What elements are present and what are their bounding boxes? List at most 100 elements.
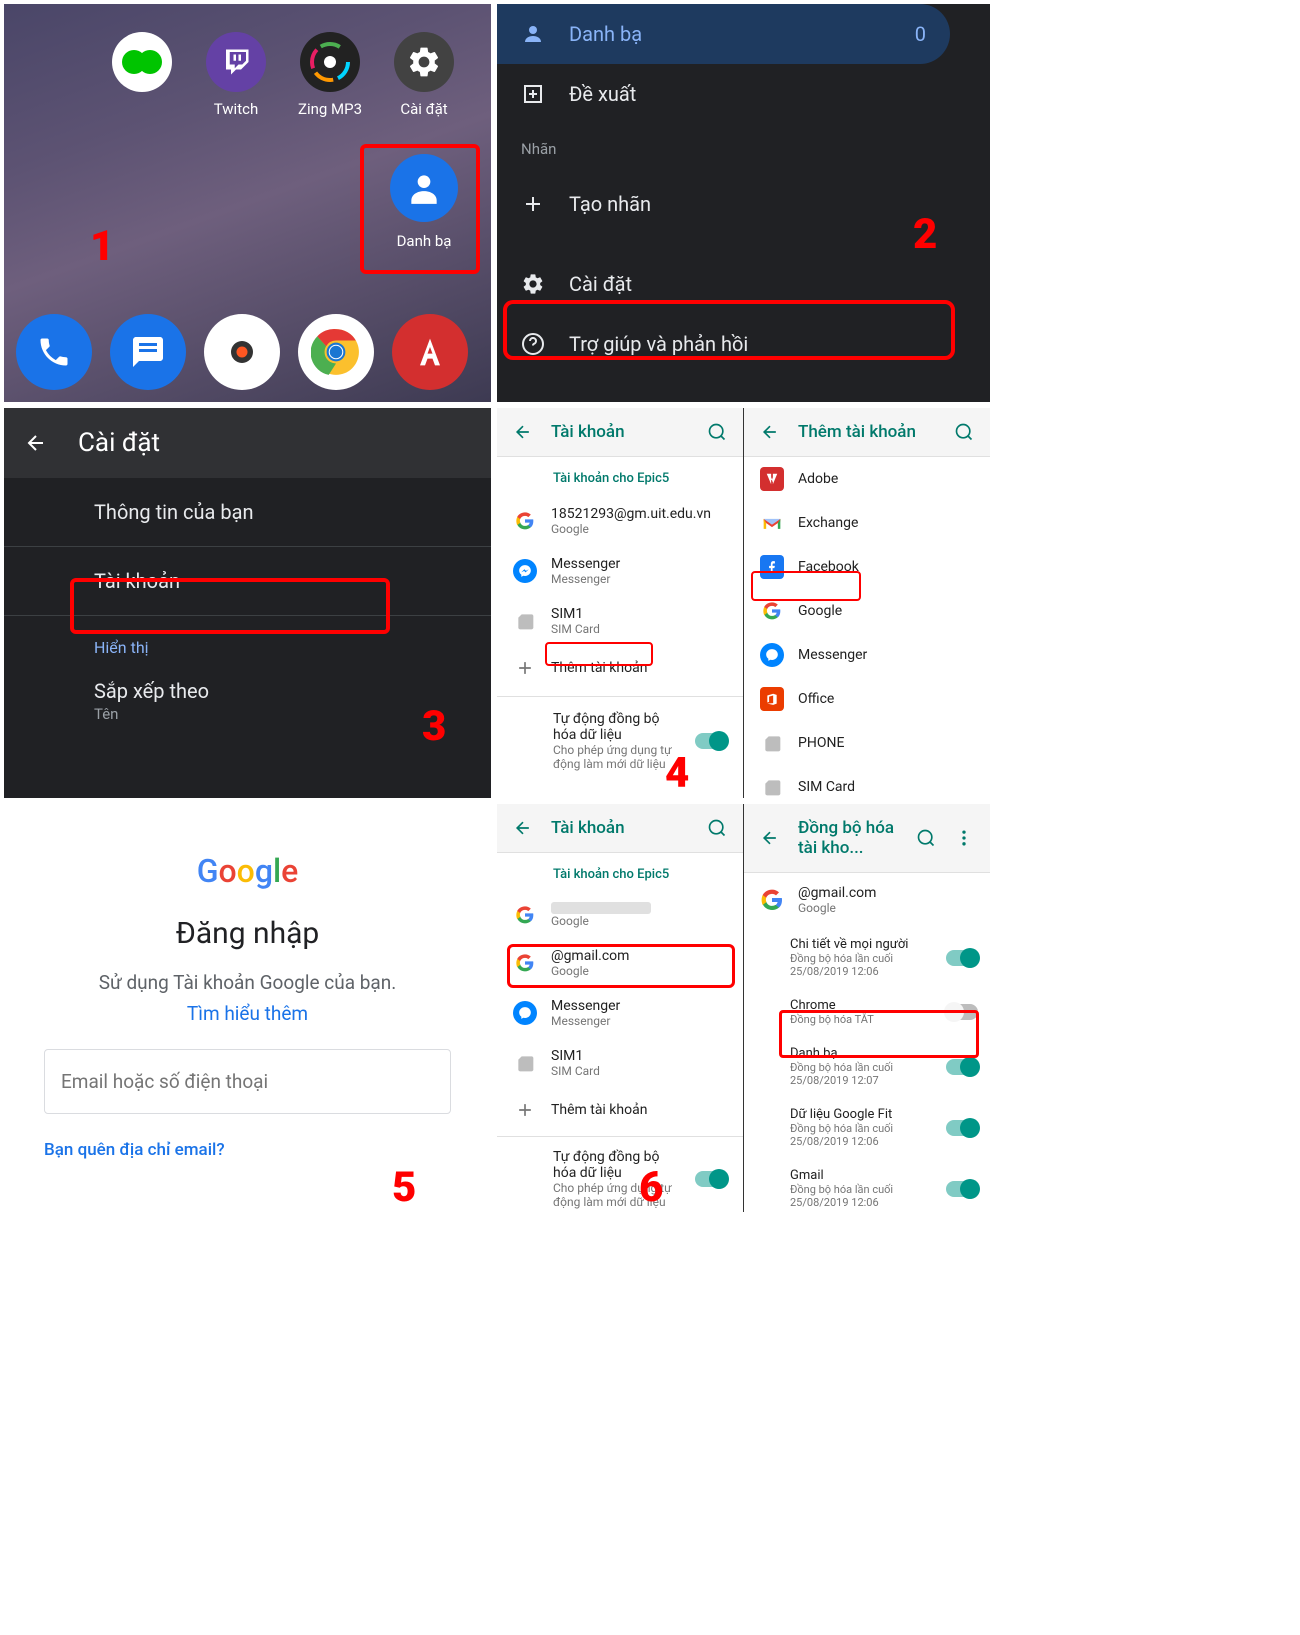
accounts-right: Thêm tài khoản Adobe Exchange Facebook G… xyxy=(744,408,990,798)
panel-accounts: 4 Tài khoản Tài khoản cho Epic5 18521293… xyxy=(497,408,990,798)
sync-account: @gmail.comGoogle xyxy=(744,873,990,927)
sync-label: Chi tiết về mọi người xyxy=(790,937,946,952)
account-type: Messenger xyxy=(551,1014,620,1028)
account-row-google[interactable]: 18521293@gm.uit.edu.vnGoogle xyxy=(497,496,743,546)
app-settings[interactable]: Cài đặt xyxy=(382,32,466,118)
zingmp3-icon xyxy=(300,32,360,92)
sync-toggle-row[interactable]: Tự động đồng bộ hóa dữ liệuCho phép ứng … xyxy=(497,696,743,781)
provider-name: Exchange xyxy=(798,515,858,531)
app-evernote-line[interactable] xyxy=(100,32,184,118)
messenger-icon xyxy=(513,559,537,583)
toggle-on[interactable] xyxy=(946,1120,978,1136)
toggle-on[interactable] xyxy=(695,733,727,749)
menu-item-contacts[interactable]: Danh bạ 0 xyxy=(497,4,950,64)
back-icon[interactable] xyxy=(760,828,780,848)
toggle-on[interactable] xyxy=(695,1171,727,1187)
page-title: Tài khoản xyxy=(551,818,689,838)
provider-simcard[interactable]: SIM Card xyxy=(744,765,990,798)
sync-toggle-row[interactable]: Tự động đồng bộ hóa dữ liệuCho phép ứng … xyxy=(497,1136,743,1212)
account-name: @gmail.com xyxy=(798,885,876,901)
phone-icon[interactable] xyxy=(16,314,92,390)
blurred-text xyxy=(551,902,651,914)
more-icon[interactable] xyxy=(954,828,974,848)
plus-icon xyxy=(521,192,545,216)
account-row-messenger[interactable]: MessengerMessenger xyxy=(497,546,743,596)
highlight-box xyxy=(360,144,480,274)
menu-label: Cài đặt xyxy=(569,272,632,296)
menu-label: Danh bạ xyxy=(569,22,642,46)
provider-name: Messenger xyxy=(798,647,867,663)
setting-label: Sắp xếp theo xyxy=(94,679,491,703)
step-number: 4 xyxy=(665,749,689,798)
panel-google-signin: 5 Google Đăng nhập Sử dụng Tài khoản Goo… xyxy=(4,804,491,1212)
page-title: Thêm tài khoản xyxy=(798,422,936,442)
chrome-icon[interactable] xyxy=(298,314,374,390)
provider-messenger[interactable]: Messenger xyxy=(744,633,990,677)
plus-icon xyxy=(513,656,537,680)
app-twitch[interactable]: Twitch xyxy=(194,32,278,118)
sim-icon xyxy=(513,1051,537,1075)
highlight-box xyxy=(507,944,735,988)
sync-right: Đồng bộ hóa tài kho... @gmail.comGoogle … xyxy=(744,804,990,1212)
page-title: Tài khoản xyxy=(551,422,689,442)
panel-settings: 3 Cài đặt Thông tin của bạn Tài khoản Hi… xyxy=(4,408,491,798)
email-field[interactable] xyxy=(44,1049,451,1114)
account-row-messenger[interactable]: MessengerMessenger xyxy=(497,988,743,1038)
provider-adobe[interactable]: Adobe xyxy=(744,457,990,501)
sync-label: Dữ liệu Google Fit xyxy=(790,1107,946,1122)
sync-item-people[interactable]: Chi tiết về mọi ngườiĐồng bộ hóa lần cuố… xyxy=(744,927,990,988)
search-icon[interactable] xyxy=(954,422,974,442)
back-icon[interactable] xyxy=(513,818,533,838)
account-row-google1[interactable]: Google xyxy=(497,892,743,938)
toggle-on[interactable] xyxy=(946,950,978,966)
toggle-on[interactable] xyxy=(946,1059,978,1075)
back-icon[interactable] xyxy=(760,422,780,442)
provider-name: PHONE xyxy=(798,735,844,751)
sync-item-fit[interactable]: Dữ liệu Google FitĐồng bộ hóa lần cuối 2… xyxy=(744,1097,990,1158)
search-icon[interactable] xyxy=(707,422,727,442)
signin-link[interactable]: Tìm hiểu thêm xyxy=(44,998,451,1049)
provider-phone[interactable]: PHONE xyxy=(744,721,990,765)
menu-item-suggest[interactable]: Đề xuất xyxy=(497,64,990,124)
adobe-icon[interactable] xyxy=(392,314,468,390)
provider-name: Adobe xyxy=(798,471,838,487)
provider-name: Google xyxy=(798,603,842,619)
signin-sub: Sử dụng Tài khoản Google của bạn. xyxy=(44,959,451,998)
back-icon[interactable] xyxy=(513,422,533,442)
provider-name: Office xyxy=(798,691,834,707)
setting-item-sort[interactable]: Sắp xếp theo Tên xyxy=(4,665,491,723)
sync-label: Gmail xyxy=(790,1168,946,1183)
google-logo: Google xyxy=(44,834,451,908)
account-section: Tài khoản cho Epic5 xyxy=(497,853,743,892)
provider-exchange[interactable]: Exchange xyxy=(744,501,990,545)
header: Đồng bộ hóa tài kho... xyxy=(744,804,990,873)
highlight-box xyxy=(70,578,390,634)
highlight-box xyxy=(779,1010,979,1058)
app-zingmp3[interactable]: Zing MP3 xyxy=(288,32,372,118)
forgot-email-link[interactable]: Bạn quên địa chỉ email? xyxy=(44,1114,451,1160)
header: Cài đặt xyxy=(4,408,491,478)
search-icon[interactable] xyxy=(916,828,936,848)
camera-icon[interactable] xyxy=(204,314,280,390)
provider-name: SIM Card xyxy=(798,779,855,795)
toggle-on[interactable] xyxy=(946,1181,978,1197)
account-row-sim[interactable]: SIM1SIM Card xyxy=(497,1038,743,1088)
sync-item-gmail[interactable]: GmailĐồng bộ hóa lần cuối 25/08/2019 12:… xyxy=(744,1158,990,1212)
account-row-sim[interactable]: SIM1SIM Card xyxy=(497,596,743,646)
messages-icon[interactable] xyxy=(110,314,186,390)
account-name: Thêm tài khoản xyxy=(551,1102,647,1118)
search-icon[interactable] xyxy=(707,818,727,838)
account-type: SIM Card xyxy=(551,1064,600,1078)
back-icon[interactable] xyxy=(24,431,48,455)
sync-sub: Đồng bộ hóa lần cuối 25/08/2019 12:07 xyxy=(790,1061,946,1087)
google-icon xyxy=(513,903,537,927)
provider-office[interactable]: Office xyxy=(744,677,990,721)
setting-item-info[interactable]: Thông tin của bạn xyxy=(4,478,491,547)
sim-icon xyxy=(513,609,537,633)
panel-homescreen: 1 Twitch Zing MP3 Cài đặt xyxy=(4,4,491,402)
account-name: SIM1 xyxy=(551,1048,600,1064)
step-number: 5 xyxy=(392,1163,416,1212)
page-title: Cài đặt xyxy=(78,428,160,458)
account-row-add[interactable]: Thêm tài khoản xyxy=(497,1088,743,1132)
account-name: Messenger xyxy=(551,998,620,1014)
